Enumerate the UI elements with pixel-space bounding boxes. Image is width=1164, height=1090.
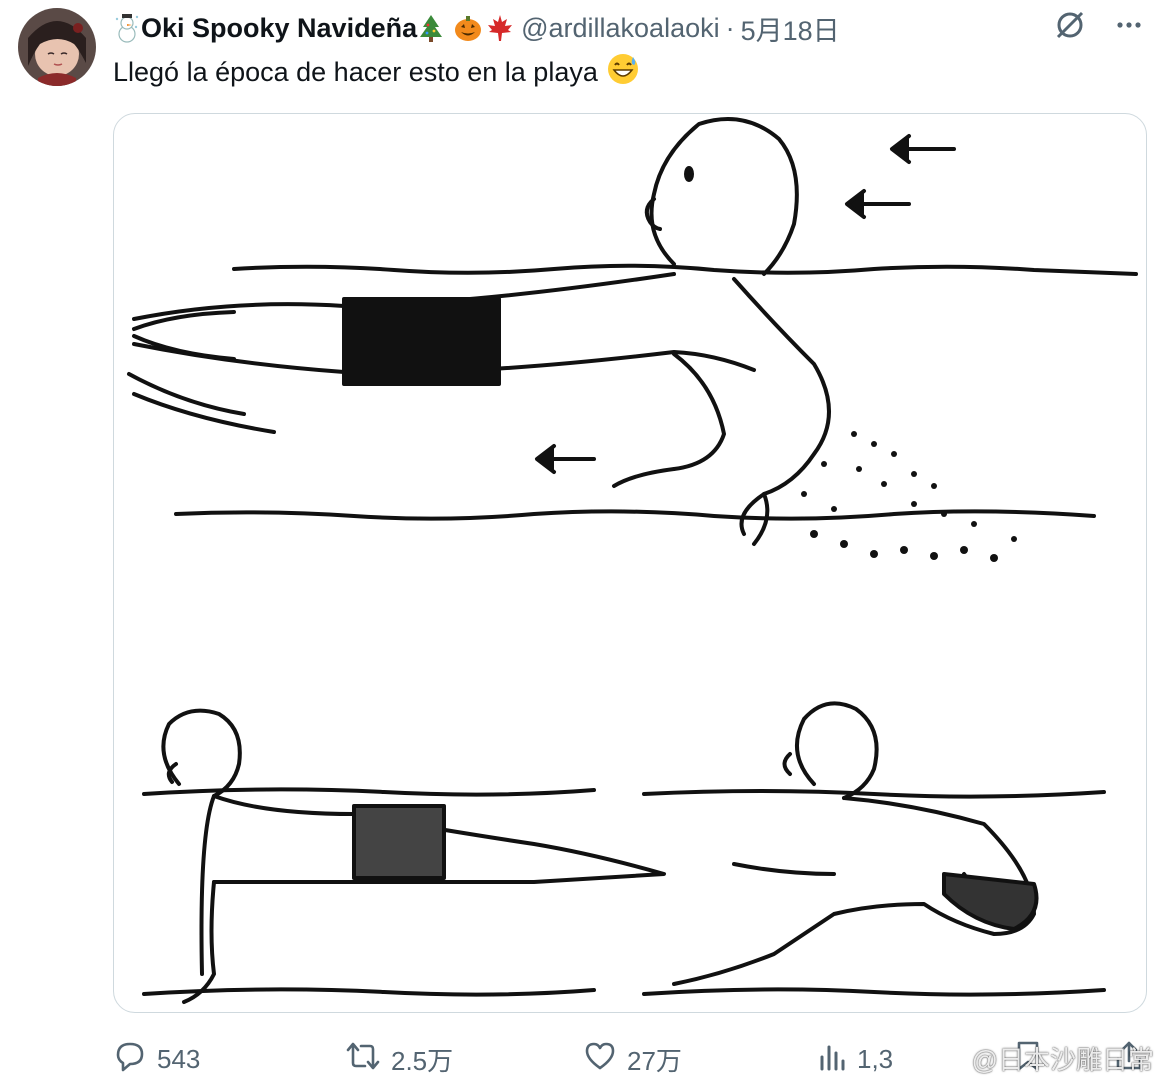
display-name-link[interactable]: Oki Spooky Navideña xyxy=(113,13,513,44)
grinning-sweat-emoji xyxy=(606,52,640,93)
heart-icon xyxy=(583,1039,617,1080)
avatar[interactable] xyxy=(18,8,96,86)
repost-icon xyxy=(345,1039,381,1080)
like-button[interactable]: 27万 xyxy=(583,1034,682,1084)
views-icon xyxy=(817,1039,847,1080)
handle-link[interactable]: @ardillakoalaoki xyxy=(521,13,720,44)
display-name: Oki Spooky Navideña xyxy=(141,12,418,43)
reply-button[interactable]: 543 xyxy=(113,1034,200,1084)
tweet-header: Oki Spooky Navideña @ardillakoalaoki · 5… xyxy=(113,8,1144,48)
repost-button[interactable]: 2.5万 xyxy=(345,1034,453,1084)
snowman-emoji xyxy=(113,13,141,43)
maple-leaf-emoji xyxy=(485,13,513,43)
more-icon[interactable] xyxy=(1114,10,1144,47)
header-icons xyxy=(1052,8,1144,48)
jack-o-lantern-emoji xyxy=(453,13,482,43)
views-count: 1,3 xyxy=(857,1043,894,1074)
repost-count: 2.5万 xyxy=(391,1045,454,1076)
christmas-tree-emoji xyxy=(417,13,445,43)
line-drawing-illustration xyxy=(127,117,1138,1004)
separator-dot: · xyxy=(725,12,735,43)
reply-icon xyxy=(113,1039,147,1080)
views-button[interactable]: 1,3 xyxy=(817,1034,893,1084)
like-count: 27万 xyxy=(627,1045,682,1076)
tweet-media[interactable] xyxy=(113,113,1147,1013)
tweet-text: Llegó la época de hacer esto en la playa xyxy=(113,52,640,93)
post-date-link[interactable]: 5月18日 xyxy=(741,9,840,48)
tweet-text-content: Llegó la época de hacer esto en la playa xyxy=(113,57,598,87)
grok-icon[interactable] xyxy=(1052,7,1088,50)
reply-count: 543 xyxy=(157,1043,201,1074)
watermark: @日本沙雕日常 xyxy=(971,1045,1154,1075)
